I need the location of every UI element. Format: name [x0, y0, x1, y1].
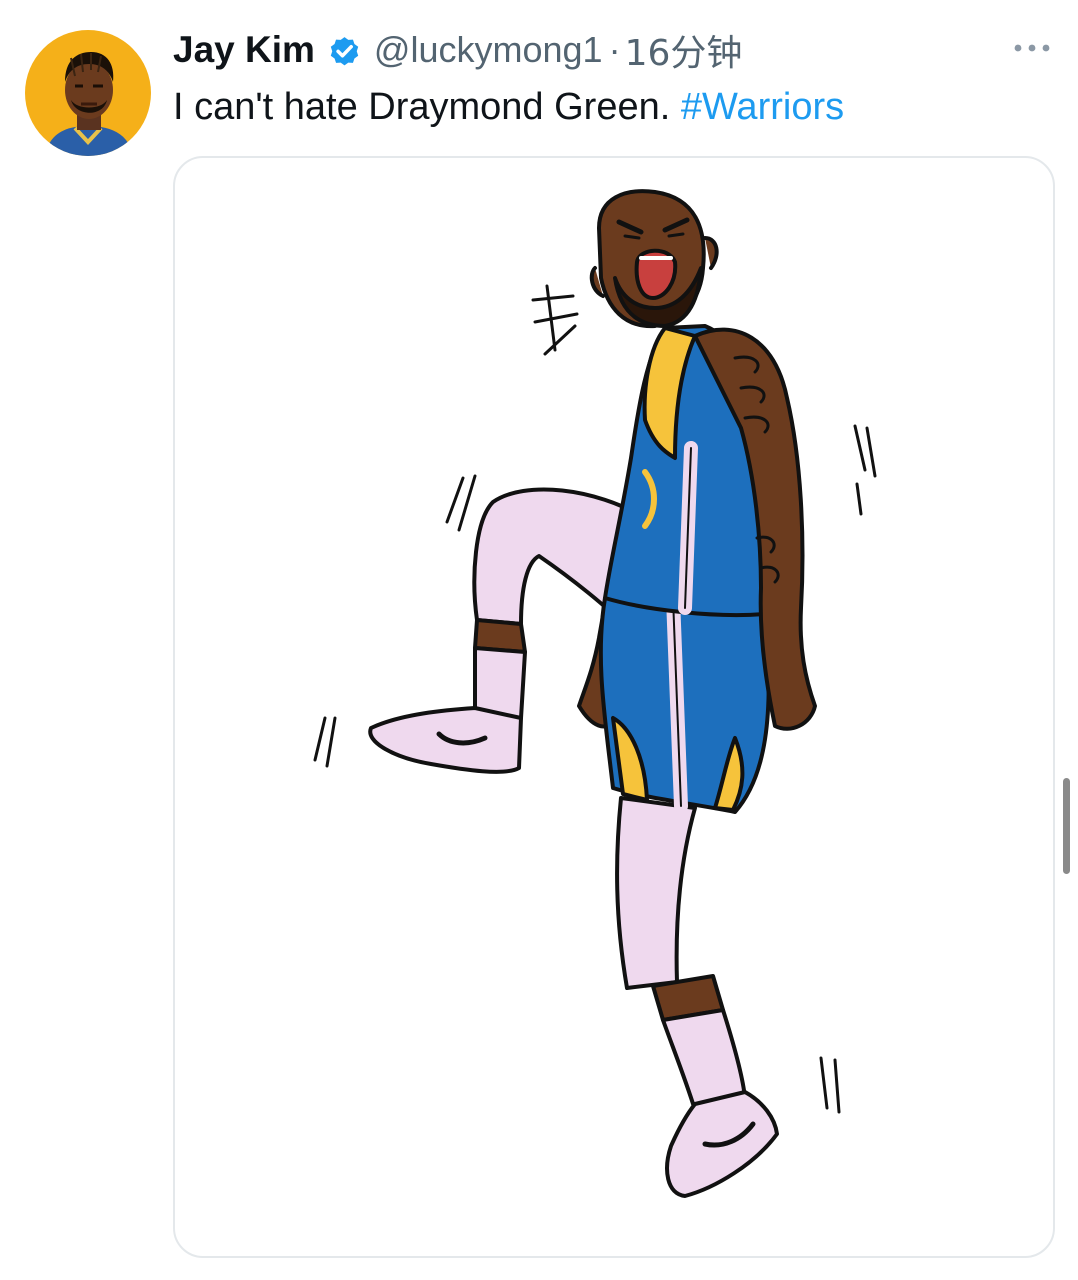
- tweet-body-text: I can't hate Draymond Green.: [173, 86, 681, 128]
- tweet-header: Jay Kim @luckymong1 · 16分钟: [173, 24, 742, 76]
- author-avatar[interactable]: [25, 30, 151, 156]
- more-options-button[interactable]: [1002, 28, 1062, 68]
- tweet-media-image[interactable]: [173, 156, 1055, 1258]
- separator-dot: ·: [608, 29, 621, 70]
- draymond-illustration: [313, 189, 877, 1198]
- tweet-text: I can't hate Draymond Green. #Warriors: [173, 82, 844, 132]
- author-display-name[interactable]: Jay Kim: [173, 29, 315, 71]
- author-handle[interactable]: @luckymong1: [374, 29, 603, 71]
- scrollbar-thumb[interactable]: [1063, 778, 1070, 874]
- verified-badge-icon: [327, 33, 362, 68]
- hashtag-link[interactable]: #Warriors: [681, 86, 844, 128]
- portrait-avatar-icon: [25, 30, 151, 156]
- tweet-timestamp[interactable]: 16分钟: [625, 24, 743, 76]
- more-horizontal-icon: [1014, 44, 1050, 52]
- tweet[interactable]: Jay Kim @luckymong1 · 16分钟 I can't hate …: [0, 0, 1078, 1280]
